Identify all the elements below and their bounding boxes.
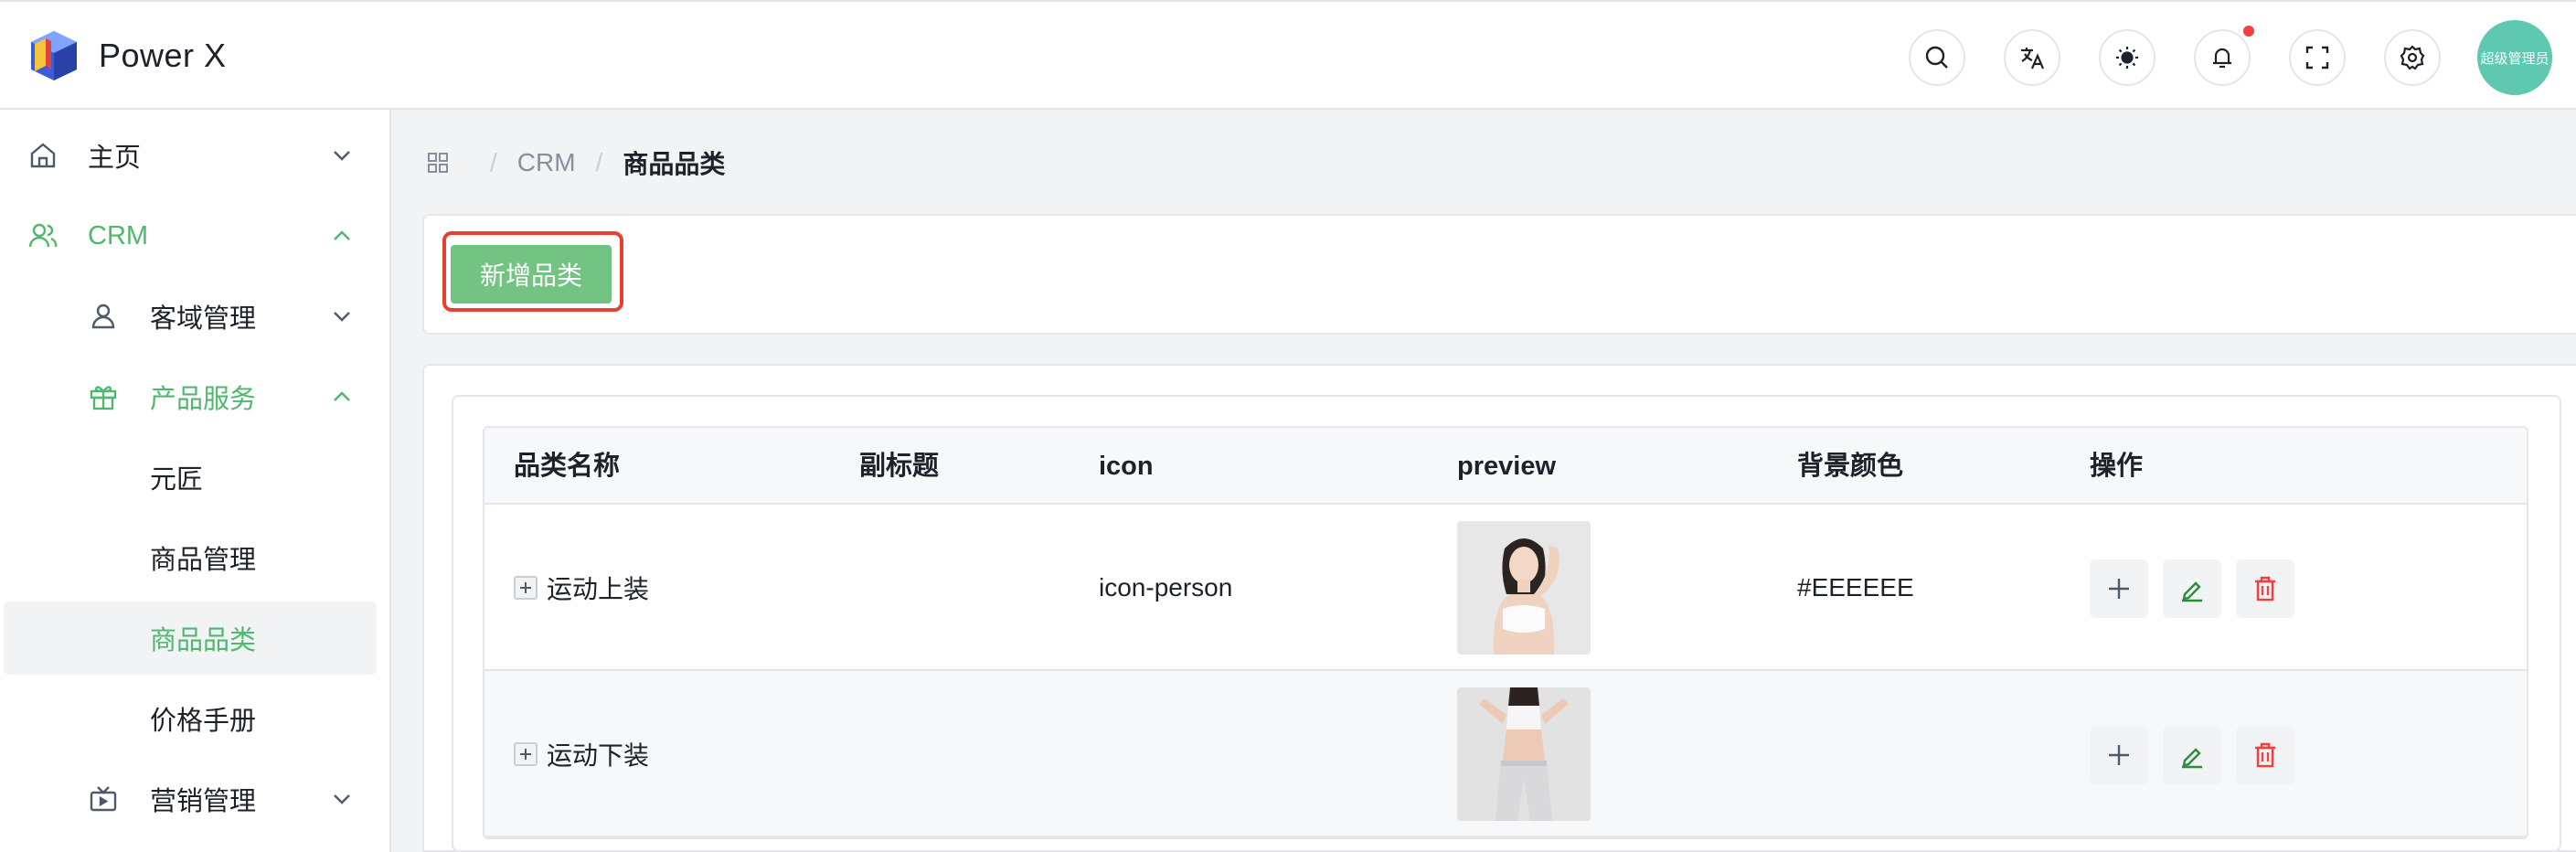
fullscreen-button[interactable] [2289, 29, 2346, 86]
trash-icon [2255, 742, 2275, 768]
sidebar-item-crm[interactable]: CRM [0, 199, 391, 272]
users-icon [28, 223, 58, 248]
cell-name: 运动下装 [514, 671, 649, 837]
theme-sun-icon [2116, 47, 2138, 69]
edit-pencil-icon [2182, 748, 2202, 769]
add-child-button[interactable] [2090, 726, 2148, 784]
sidebar-item-label: 商品品类 [150, 626, 257, 655]
preview-image [1457, 521, 1591, 655]
sidebar-item-product-service[interactable]: 产品服务 [0, 360, 391, 433]
sidebar-item-label: CRM [88, 220, 149, 250]
column-header-icon: icon [1099, 452, 1154, 481]
toolbar-card [422, 214, 2576, 335]
chevron-down-icon [334, 794, 350, 804]
sidebar-item-label: 元匠 [150, 465, 204, 495]
column-header-name: 品类名称 [514, 452, 621, 481]
search-icon [1925, 46, 1948, 69]
table-row: 运动下装 [484, 671, 2527, 837]
edit-button[interactable] [2163, 559, 2221, 618]
notification-badge [2243, 26, 2254, 37]
column-header-subtitle: 副标题 [859, 452, 940, 481]
delete-button[interactable] [2236, 559, 2294, 618]
breadcrumb-separator: / [595, 148, 603, 176]
app-logo-icon [31, 31, 77, 80]
sidebar-item-product-management[interactable]: 商品管理 [0, 521, 391, 594]
plus-icon [2109, 745, 2129, 765]
cell-preview [1457, 505, 1591, 671]
search-button[interactable] [1909, 29, 1965, 86]
delete-button[interactable] [2236, 726, 2294, 784]
expand-row-icon[interactable] [514, 742, 538, 766]
preview-image [1457, 687, 1591, 821]
tv-icon [90, 786, 117, 812]
chevron-down-icon [334, 312, 350, 322]
column-header-preview: preview [1457, 452, 1556, 481]
trash-icon [2255, 576, 2275, 602]
user-avatar[interactable]: 超级管理员 [2477, 20, 2552, 95]
cell-preview [1457, 671, 1591, 837]
column-header-actions: 操作 [2090, 452, 2144, 481]
sidebar-item-customer-domain[interactable]: 客域管理 [0, 280, 391, 353]
chevron-down-icon [334, 151, 350, 161]
category-table: 品类名称 副标题 icon preview 背景颜色 操作 运动上装 icon-… [483, 426, 2528, 839]
breadcrumb-separator: / [490, 148, 497, 176]
category-name: 运动下装 [547, 741, 650, 770]
theme-toggle-button[interactable] [2099, 29, 2156, 86]
settings-button[interactable] [2384, 29, 2441, 86]
cell-name: 运动上装 [514, 505, 649, 671]
breadcrumb-item-crm[interactable]: CRM [517, 148, 576, 177]
add-child-button[interactable] [2090, 559, 2148, 618]
breadcrumb-current: 商品品类 [623, 150, 726, 178]
settings-gear-icon [2400, 45, 2425, 70]
category-name: 运动上装 [547, 575, 650, 603]
notification-button[interactable] [2194, 29, 2251, 86]
sidebar-item-label: 产品服务 [150, 385, 257, 414]
table-row: 运动上装 icon-person #EEEEEE [484, 505, 2527, 671]
chevron-up-icon [334, 230, 350, 240]
fullscreen-icon [2305, 46, 2329, 69]
sidebar-item-label: 商品管理 [150, 546, 257, 575]
language-button[interactable] [2004, 29, 2060, 86]
plus-icon [2109, 579, 2129, 599]
sidebar-item-label: 主页 [88, 144, 142, 173]
sidebar: 主页 CRM 客域管理 产品服务 元匠 商品管理 商品品类 价格手册 营销管理 [0, 110, 391, 852]
sidebar-item-price-book[interactable]: 价格手册 [0, 682, 391, 755]
sidebar-item-product-category[interactable]: 商品品类 [0, 602, 391, 675]
user-icon [91, 304, 115, 329]
home-icon [30, 143, 56, 168]
expand-row-icon[interactable] [514, 576, 538, 600]
sidebar-item-label: 营销管理 [150, 787, 257, 816]
sidebar-item-label: 价格手册 [150, 707, 257, 736]
bell-icon [2213, 48, 2231, 69]
sidebar-item-label: 客域管理 [150, 304, 257, 334]
apps-grid-icon[interactable] [426, 151, 450, 175]
breadcrumb: / CRM / 商品品类 [426, 144, 725, 181]
sidebar-item-yuanjiang[interactable]: 元匠 [0, 441, 391, 514]
column-header-bg-color: 背景颜色 [1797, 452, 1904, 481]
cell-bg-color: #EEEEEE [1797, 573, 1914, 602]
sidebar-item-home[interactable]: 主页 [0, 119, 391, 192]
highlight-box [442, 231, 623, 312]
top-header: Power X 超级管理员 [0, 0, 2576, 110]
app-title: Power X [99, 37, 227, 74]
cell-icon: icon-person [1099, 573, 1233, 602]
chevron-up-icon [334, 391, 350, 401]
gift-icon [90, 386, 117, 410]
sidebar-item-marketing[interactable]: 营销管理 [0, 762, 391, 836]
edit-pencil-icon [2182, 581, 2202, 602]
edit-button[interactable] [2163, 726, 2221, 784]
translate-icon [2021, 48, 2045, 69]
table-header: 品类名称 副标题 icon preview 背景颜色 操作 [484, 428, 2527, 505]
